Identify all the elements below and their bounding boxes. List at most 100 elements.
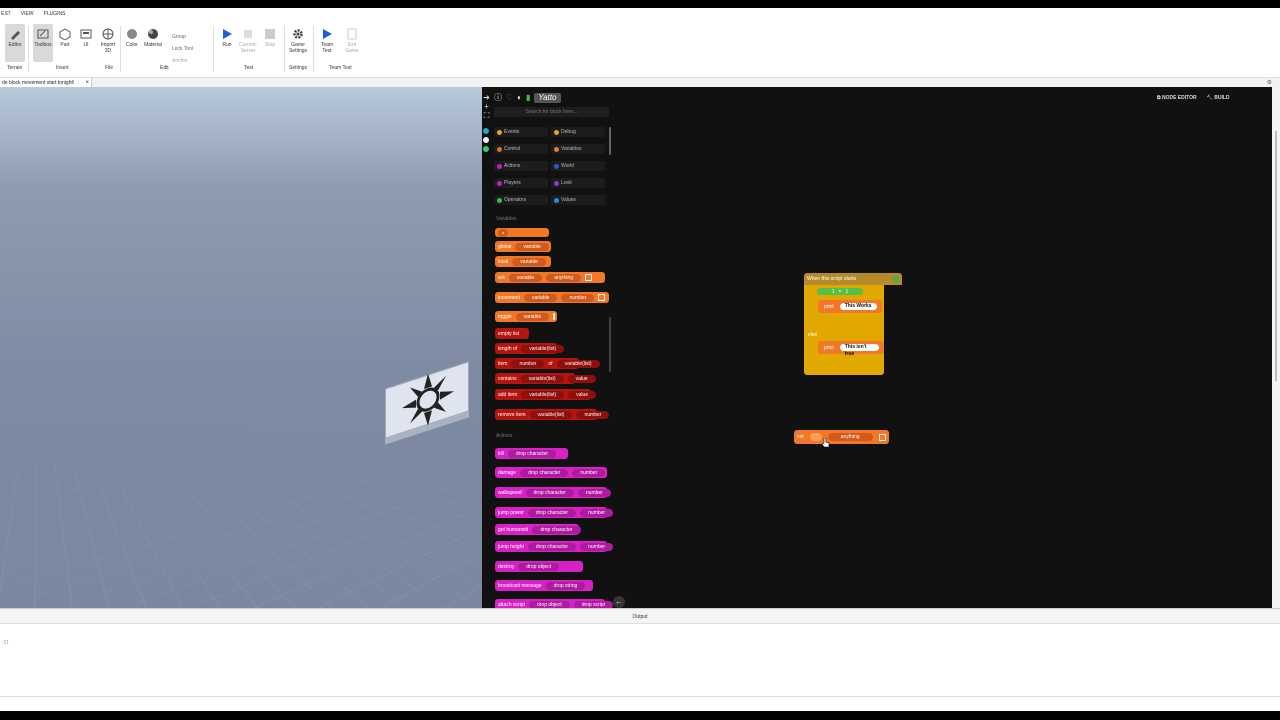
remove-item-block[interactable]: remove item variable(list) number [495,409,610,420]
checkbox-icon[interactable] [553,313,556,320]
heart-icon[interactable]: ♡ [506,94,513,102]
checkbox-icon[interactable] [598,294,606,301]
command-bar[interactable] [0,696,1280,711]
event-block[interactable]: When this script starts [804,273,902,285]
if-else-block[interactable]: 1 = 1 print This Works else print This i… [804,285,884,375]
block-input[interactable]: number [580,508,614,517]
category-operators[interactable]: Operators [494,195,548,205]
category-variables[interactable]: Variables [551,144,605,154]
arrow-icon[interactable]: ➔ [482,93,491,102]
close-icon[interactable]: × [85,80,89,86]
stop-button[interactable]: Stop [260,24,280,62]
increment-block[interactable]: increment variable number [495,292,609,303]
block-input[interactable]: variable [515,242,549,251]
equals-condition[interactable]: 1 = 1 [817,288,863,295]
part-button[interactable]: Part [55,24,75,62]
block-input[interactable]: variable [508,273,543,282]
block-input[interactable]: drop character [520,468,569,477]
block-input[interactable]: variable(list) [556,359,600,368]
block-input[interactable]: variable [523,293,558,302]
run-button[interactable]: Run [217,24,237,62]
block-input[interactable]: variable [512,257,546,266]
local-block[interactable]: local variable [495,256,551,267]
info-icon[interactable]: ⓘ [494,94,502,102]
block-input[interactable]: variable [515,312,550,321]
import-3d-button[interactable]: Import 3D [98,24,118,62]
block-input[interactable]: variable(list) [521,390,565,399]
block-input[interactable]: variable(list) [521,344,565,353]
toolbox-button[interactable]: Toolbox [33,24,53,62]
walkspeed-block[interactable]: walkspeed drop character number [495,487,611,498]
checkbox-icon[interactable] [878,433,886,441]
get-humanoid-block[interactable]: get humanoid drop character [495,524,581,535]
set-value[interactable]: anything [827,433,873,441]
block-input[interactable]: number [561,293,595,302]
ui-button[interactable]: UI [76,24,96,62]
block-input[interactable]: drop script [573,600,614,608]
document-icon[interactable]: ▮ [526,94,530,102]
group-option[interactable]: Group [172,34,186,40]
contrast-icon[interactable]: ◐ [517,94,522,102]
block-input[interactable]: number [577,488,611,497]
empty-list-block[interactable]: empty list [495,328,529,339]
exit-game-button[interactable]: Exit Game [342,24,362,62]
jump-height-block[interactable]: jump height drop character number [495,541,614,552]
length-of-block[interactable]: length of variable(list) [495,343,565,354]
back-arrow-icon[interactable]: ← [613,596,625,608]
print-true-string[interactable]: This Works [839,303,877,310]
broadcast-message-block[interactable]: broadcast message drop string [495,580,593,591]
lock-tool-option[interactable]: Lock Tool [172,46,193,52]
block-input[interactable]: number [511,359,545,368]
category-dot-icon[interactable] [483,128,489,134]
3d-viewport[interactable] [0,87,482,608]
print-false-string[interactable]: This isn't true [839,344,879,357]
attach-script-block[interactable]: attach script drop object drop script [495,599,614,608]
category-debug[interactable]: Debug [551,127,605,137]
block-input[interactable]: number [572,468,606,477]
cond-a[interactable]: 1 [832,289,835,295]
set-block[interactable]: set variable anything [495,272,605,283]
block-input[interactable]: anything [546,273,582,282]
material-button[interactable]: Material [143,24,163,62]
dragged-set-block[interactable]: set anything [794,430,889,444]
category-dot-icon[interactable] [483,137,489,143]
cond-b[interactable]: 1 [845,289,848,295]
build-button[interactable]: 🔨 BUILD [1207,95,1230,101]
add-item-block[interactable]: add item variable(list) value [495,389,597,400]
settings-gear-icon[interactable]: ⚙ [1267,79,1272,86]
game-settings-button[interactable]: Game Settings [288,24,308,62]
category-world[interactable]: World [551,161,605,171]
checkbox-icon[interactable] [585,274,593,281]
category-events[interactable]: Events [494,127,548,137]
block-input[interactable]: drop character [527,508,577,517]
category-scrollbar[interactable] [609,127,611,155]
block-editor[interactable]: ➔ + ⛶ ⓘ ♡ ◐ ▮ Yatto Search for block her… [482,87,1272,608]
editor-v-scrollbar[interactable] [1272,87,1280,608]
menu-test[interactable]: EST [1,11,11,17]
block-list-scrollbar[interactable] [609,317,611,372]
node-editor-button[interactable]: ⧉ NODE EDITOR [1157,95,1197,101]
color-button[interactable]: Color [122,24,142,62]
block-input[interactable]: variable(list) [529,410,573,419]
editor-tool-button[interactable]: Editor [5,24,25,62]
jump-power-block[interactable]: jump power drop character number [495,507,614,518]
toggle-block[interactable]: toggle variable [495,311,557,322]
category-look[interactable]: Look [551,178,605,188]
team-test-button[interactable]: Team Test [317,24,337,62]
category-values[interactable]: Values [551,195,605,205]
plus-icon[interactable]: + [482,102,491,111]
block-input[interactable]: value [568,390,597,399]
print-false-block[interactable]: print This isn't true [818,341,884,357]
script-tab[interactable]: de block movement start tonight! × [0,78,92,87]
global-block[interactable]: global variable [495,241,551,252]
anchor-option[interactable]: Anchor [172,58,188,64]
block-input[interactable]: of [548,361,552,367]
menu-plugins[interactable]: PLUGINS [44,11,66,17]
current-server-button[interactable]: Current: Server [238,24,258,62]
variable-block[interactable]: a [495,228,549,237]
menu-view[interactable]: VIEW [21,11,34,17]
block-input[interactable]: drop character [532,525,581,534]
category-actions[interactable]: Actions [494,161,548,171]
block-input[interactable]: drop character [527,542,577,551]
block-input[interactable]: drop character [507,449,557,458]
